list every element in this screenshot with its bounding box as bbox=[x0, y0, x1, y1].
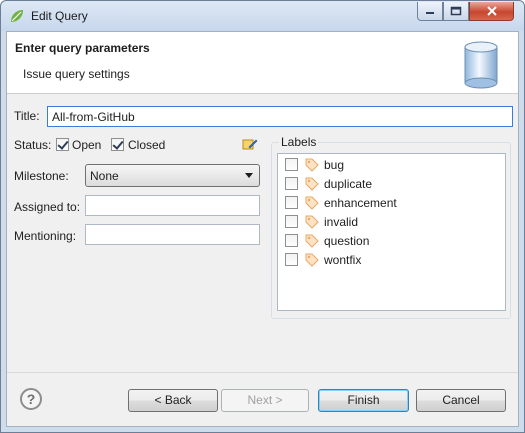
maximize-button[interactable] bbox=[443, 2, 469, 21]
footer-separator bbox=[7, 372, 518, 373]
next-button[interactable]: Next > bbox=[221, 389, 309, 412]
tag-icon bbox=[305, 196, 319, 210]
tag-icon bbox=[305, 177, 319, 191]
assigned-to-label: Assigned to: bbox=[14, 200, 81, 214]
status-label: Status: bbox=[14, 138, 52, 152]
mentioning-input[interactable] bbox=[85, 224, 260, 245]
label-name: duplicate bbox=[324, 177, 373, 191]
assigned-to-input[interactable] bbox=[85, 195, 260, 216]
label-name: invalid bbox=[324, 215, 359, 229]
milestone-value: None bbox=[90, 169, 119, 183]
label-name: bug bbox=[324, 158, 345, 172]
status-open-checkbox[interactable] bbox=[56, 138, 69, 151]
tag-icon bbox=[305, 253, 319, 267]
dialog-body: Enter query parameters Issue query setti… bbox=[6, 31, 519, 427]
tag-icon bbox=[305, 158, 319, 172]
edit-pencil-icon[interactable] bbox=[242, 136, 258, 152]
mentioning-label: Mentioning: bbox=[14, 229, 77, 243]
status-closed-label[interactable]: Closed bbox=[128, 138, 165, 152]
labels-list[interactable]: bug duplicate enhancement invalid questi bbox=[277, 153, 506, 311]
label-checkbox[interactable] bbox=[285, 234, 298, 247]
header-title: Enter query parameters bbox=[15, 41, 150, 55]
title-bar[interactable]: Edit Query bbox=[1, 1, 524, 31]
list-item[interactable]: invalid bbox=[285, 213, 485, 231]
minimize-icon bbox=[426, 12, 434, 14]
list-item[interactable]: duplicate bbox=[285, 175, 485, 193]
list-item[interactable]: question bbox=[285, 232, 485, 250]
milestone-dropdown[interactable]: None bbox=[85, 164, 260, 187]
labels-group-label: Labels bbox=[279, 135, 319, 149]
maximize-icon bbox=[450, 6, 462, 16]
label-name: wontfix bbox=[324, 253, 362, 267]
close-icon bbox=[486, 6, 497, 16]
label-name: question bbox=[324, 234, 370, 248]
list-item[interactable]: enhancement bbox=[285, 194, 485, 212]
milestone-label: Milestone: bbox=[14, 169, 69, 183]
cancel-button[interactable]: Cancel bbox=[416, 389, 506, 412]
status-open-label[interactable]: Open bbox=[72, 138, 101, 152]
back-button[interactable]: < Back bbox=[128, 389, 218, 412]
tag-icon bbox=[305, 234, 319, 248]
label-checkbox[interactable] bbox=[285, 253, 298, 266]
label-name: enhancement bbox=[324, 196, 397, 210]
title-input[interactable] bbox=[47, 106, 513, 127]
title-label: Title: bbox=[14, 109, 40, 123]
edit-query-window: Edit Query Enter query parameters Issue … bbox=[0, 0, 525, 433]
label-checkbox[interactable] bbox=[285, 196, 298, 209]
close-button[interactable] bbox=[469, 2, 514, 21]
list-item[interactable]: bug bbox=[285, 156, 485, 174]
list-item[interactable]: wontfix bbox=[285, 251, 485, 269]
status-closed-checkbox[interactable] bbox=[111, 138, 124, 151]
header-subtitle: Issue query settings bbox=[23, 67, 130, 81]
label-checkbox[interactable] bbox=[285, 158, 298, 171]
label-checkbox[interactable] bbox=[285, 215, 298, 228]
window-title: Edit Query bbox=[31, 9, 88, 23]
finish-button[interactable]: Finish bbox=[318, 389, 409, 412]
tag-icon bbox=[305, 215, 319, 229]
spring-leaf-icon bbox=[11, 10, 23, 22]
database-icon bbox=[464, 41, 498, 89]
chevron-down-icon bbox=[245, 173, 253, 178]
help-icon[interactable]: ? bbox=[20, 388, 42, 410]
minimize-button[interactable] bbox=[417, 2, 443, 21]
label-checkbox[interactable] bbox=[285, 177, 298, 190]
wizard-header: Enter query parameters Issue query setti… bbox=[7, 32, 518, 94]
